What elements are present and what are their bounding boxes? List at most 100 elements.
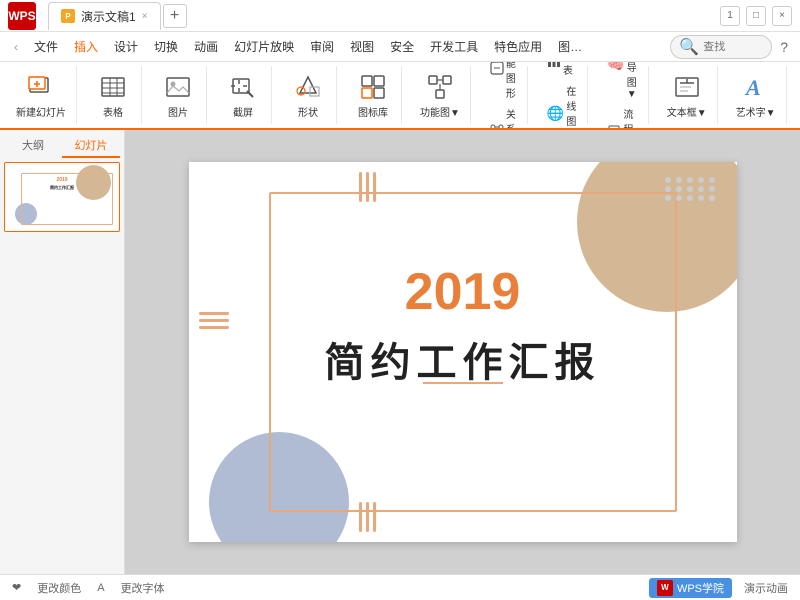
menu-item-security[interactable]: 安全	[384, 36, 420, 57]
doc-tab-icon: P	[61, 9, 75, 23]
online-chart-icon: 🌐	[547, 105, 564, 122]
dot	[676, 177, 682, 183]
flowchart-label: 流程图▼	[623, 106, 636, 131]
menu-item-more[interactable]: 图…	[552, 36, 588, 57]
title-bar-right: 1 □ ×	[712, 6, 800, 26]
change-font-label[interactable]: 更改字体	[121, 580, 165, 596]
dot	[687, 186, 693, 192]
menu-item-animation[interactable]: 动画	[188, 36, 224, 57]
slide-divider	[423, 382, 503, 384]
change-color-icon: ❤	[12, 581, 21, 594]
tab-area: P 演示文稿1 × +	[44, 2, 712, 30]
chart-button[interactable]: 图表	[542, 62, 581, 79]
deco-line-5	[366, 502, 369, 532]
relation-label: 关系图	[506, 106, 516, 131]
slide-year[interactable]: 2019	[189, 262, 737, 322]
funchart-button[interactable]: 功能图▼	[416, 70, 464, 121]
smartshape-button[interactable]: 智能图形	[485, 62, 521, 102]
artword-button[interactable]: A 艺术字▼	[732, 70, 780, 121]
table-button[interactable]: 表格	[91, 70, 135, 121]
dot	[687, 195, 693, 201]
menu-item-design[interactable]: 设计	[108, 36, 144, 57]
artword-label: 艺术字▼	[736, 104, 776, 119]
screenshot-button[interactable]: 截屏	[221, 70, 265, 121]
slide-canvas[interactable]: 2019 简约工作汇报	[189, 162, 737, 542]
screenshot-label: 截屏	[233, 104, 253, 119]
relation-icon	[490, 120, 504, 131]
ribbon-group-image: 图片	[150, 66, 207, 124]
new-tab-button[interactable]: +	[163, 4, 187, 28]
ribbon-group-smart: 智能图形 关系图	[479, 66, 528, 124]
deco-line-2	[366, 172, 369, 202]
menu-item-dev[interactable]: 开发工具	[424, 36, 484, 57]
mindmap-label: 思维导图▼	[627, 62, 637, 100]
main-area: 大纲 幻灯片 1 ★ 2019 简约工作汇报	[0, 130, 800, 574]
shape-icon	[293, 72, 323, 102]
deco-line-1	[359, 172, 362, 202]
shape-label: 形状	[298, 104, 318, 119]
ribbon-group-new-slide: 新建幻灯片	[6, 66, 77, 124]
menu-nav-prev[interactable]: ‹	[8, 39, 24, 55]
close-button[interactable]: ×	[772, 6, 792, 26]
status-bar: ❤ 更改颜色 A 更改字体 W WPS学院 演示动画	[0, 574, 800, 600]
new-slide-label: 新建幻灯片	[16, 104, 66, 119]
tab-outline[interactable]: 大纲	[4, 134, 62, 158]
doc-tab[interactable]: P 演示文稿1 ×	[48, 2, 161, 30]
deco-line-4	[359, 502, 362, 532]
minimize-button[interactable]: 1	[720, 6, 740, 26]
dot	[698, 195, 704, 201]
menu-item-transition[interactable]: 切换	[148, 36, 184, 57]
dot	[687, 177, 693, 183]
image-label: 图片	[168, 104, 188, 119]
dot	[665, 186, 671, 192]
image-button[interactable]: 图片	[156, 70, 200, 121]
relation-button[interactable]: 关系图	[485, 104, 521, 131]
dot	[676, 186, 682, 192]
demo-animation-label[interactable]: 演示动画	[744, 580, 788, 596]
maximize-button[interactable]: □	[746, 6, 766, 26]
table-label: 表格	[103, 104, 123, 119]
search-icon: 🔍	[679, 37, 699, 57]
slide-title[interactable]: 简约工作汇报	[189, 330, 737, 388]
dot	[698, 177, 704, 183]
menu-item-view[interactable]: 视图	[344, 36, 380, 57]
wps-academy-button[interactable]: W WPS学院	[649, 578, 732, 598]
doc-tab-label: 演示文稿1	[81, 8, 136, 25]
funchart-label: 功能图▼	[420, 104, 460, 119]
ribbon-group-shape: 形状	[280, 66, 337, 124]
mindmap-button[interactable]: 🧠 思维导图▼	[602, 62, 641, 102]
menu-item-insert[interactable]: 插入	[68, 36, 104, 57]
iconlib-icon	[358, 72, 388, 102]
wps-logo: WPS	[8, 2, 36, 30]
menu-item-review[interactable]: 审阅	[304, 36, 340, 57]
menu-item-features[interactable]: 特色应用	[488, 36, 548, 57]
iconlib-button[interactable]: 图标库	[351, 70, 395, 121]
menu-item-file[interactable]: 文件	[28, 36, 64, 57]
help-icon[interactable]: ?	[776, 39, 792, 55]
tab-slides[interactable]: 幻灯片	[62, 134, 120, 158]
deco-line-6	[373, 502, 376, 532]
dot	[698, 186, 704, 192]
doc-tab-close[interactable]: ×	[142, 11, 148, 22]
deco-line-3	[373, 172, 376, 202]
ribbon-group-textbox: 文本框▼	[657, 66, 718, 124]
change-color-label[interactable]: 更改颜色	[37, 580, 81, 596]
change-font-icon: A	[97, 582, 104, 594]
textbox-button[interactable]: 文本框▼	[663, 70, 711, 121]
dot	[665, 177, 671, 183]
slide-thumbnail-1[interactable]: 1 ★ 2019 简约工作汇报	[4, 162, 120, 232]
textbox-label: 文本框▼	[667, 104, 707, 119]
online-chart-button[interactable]: 🌐 在线图表	[542, 81, 581, 130]
iconlib-label: 图标库	[358, 104, 388, 119]
thumb-subtitle: 简约工作汇报	[5, 185, 119, 191]
shape-button[interactable]: 形状	[286, 70, 330, 121]
status-right: W WPS学院 演示动画	[649, 578, 788, 598]
search-input[interactable]	[703, 41, 763, 53]
dot	[709, 177, 715, 183]
flowchart-button[interactable]: 流程图▼	[602, 104, 641, 131]
new-slide-button[interactable]: 新建幻灯片	[12, 70, 70, 121]
search-area[interactable]: 🔍	[670, 35, 772, 59]
wps-academy-label: WPS学院	[677, 580, 724, 596]
menu-item-slideshow[interactable]: 幻灯片放映	[228, 36, 300, 57]
thumb-title: 2019	[5, 177, 119, 183]
